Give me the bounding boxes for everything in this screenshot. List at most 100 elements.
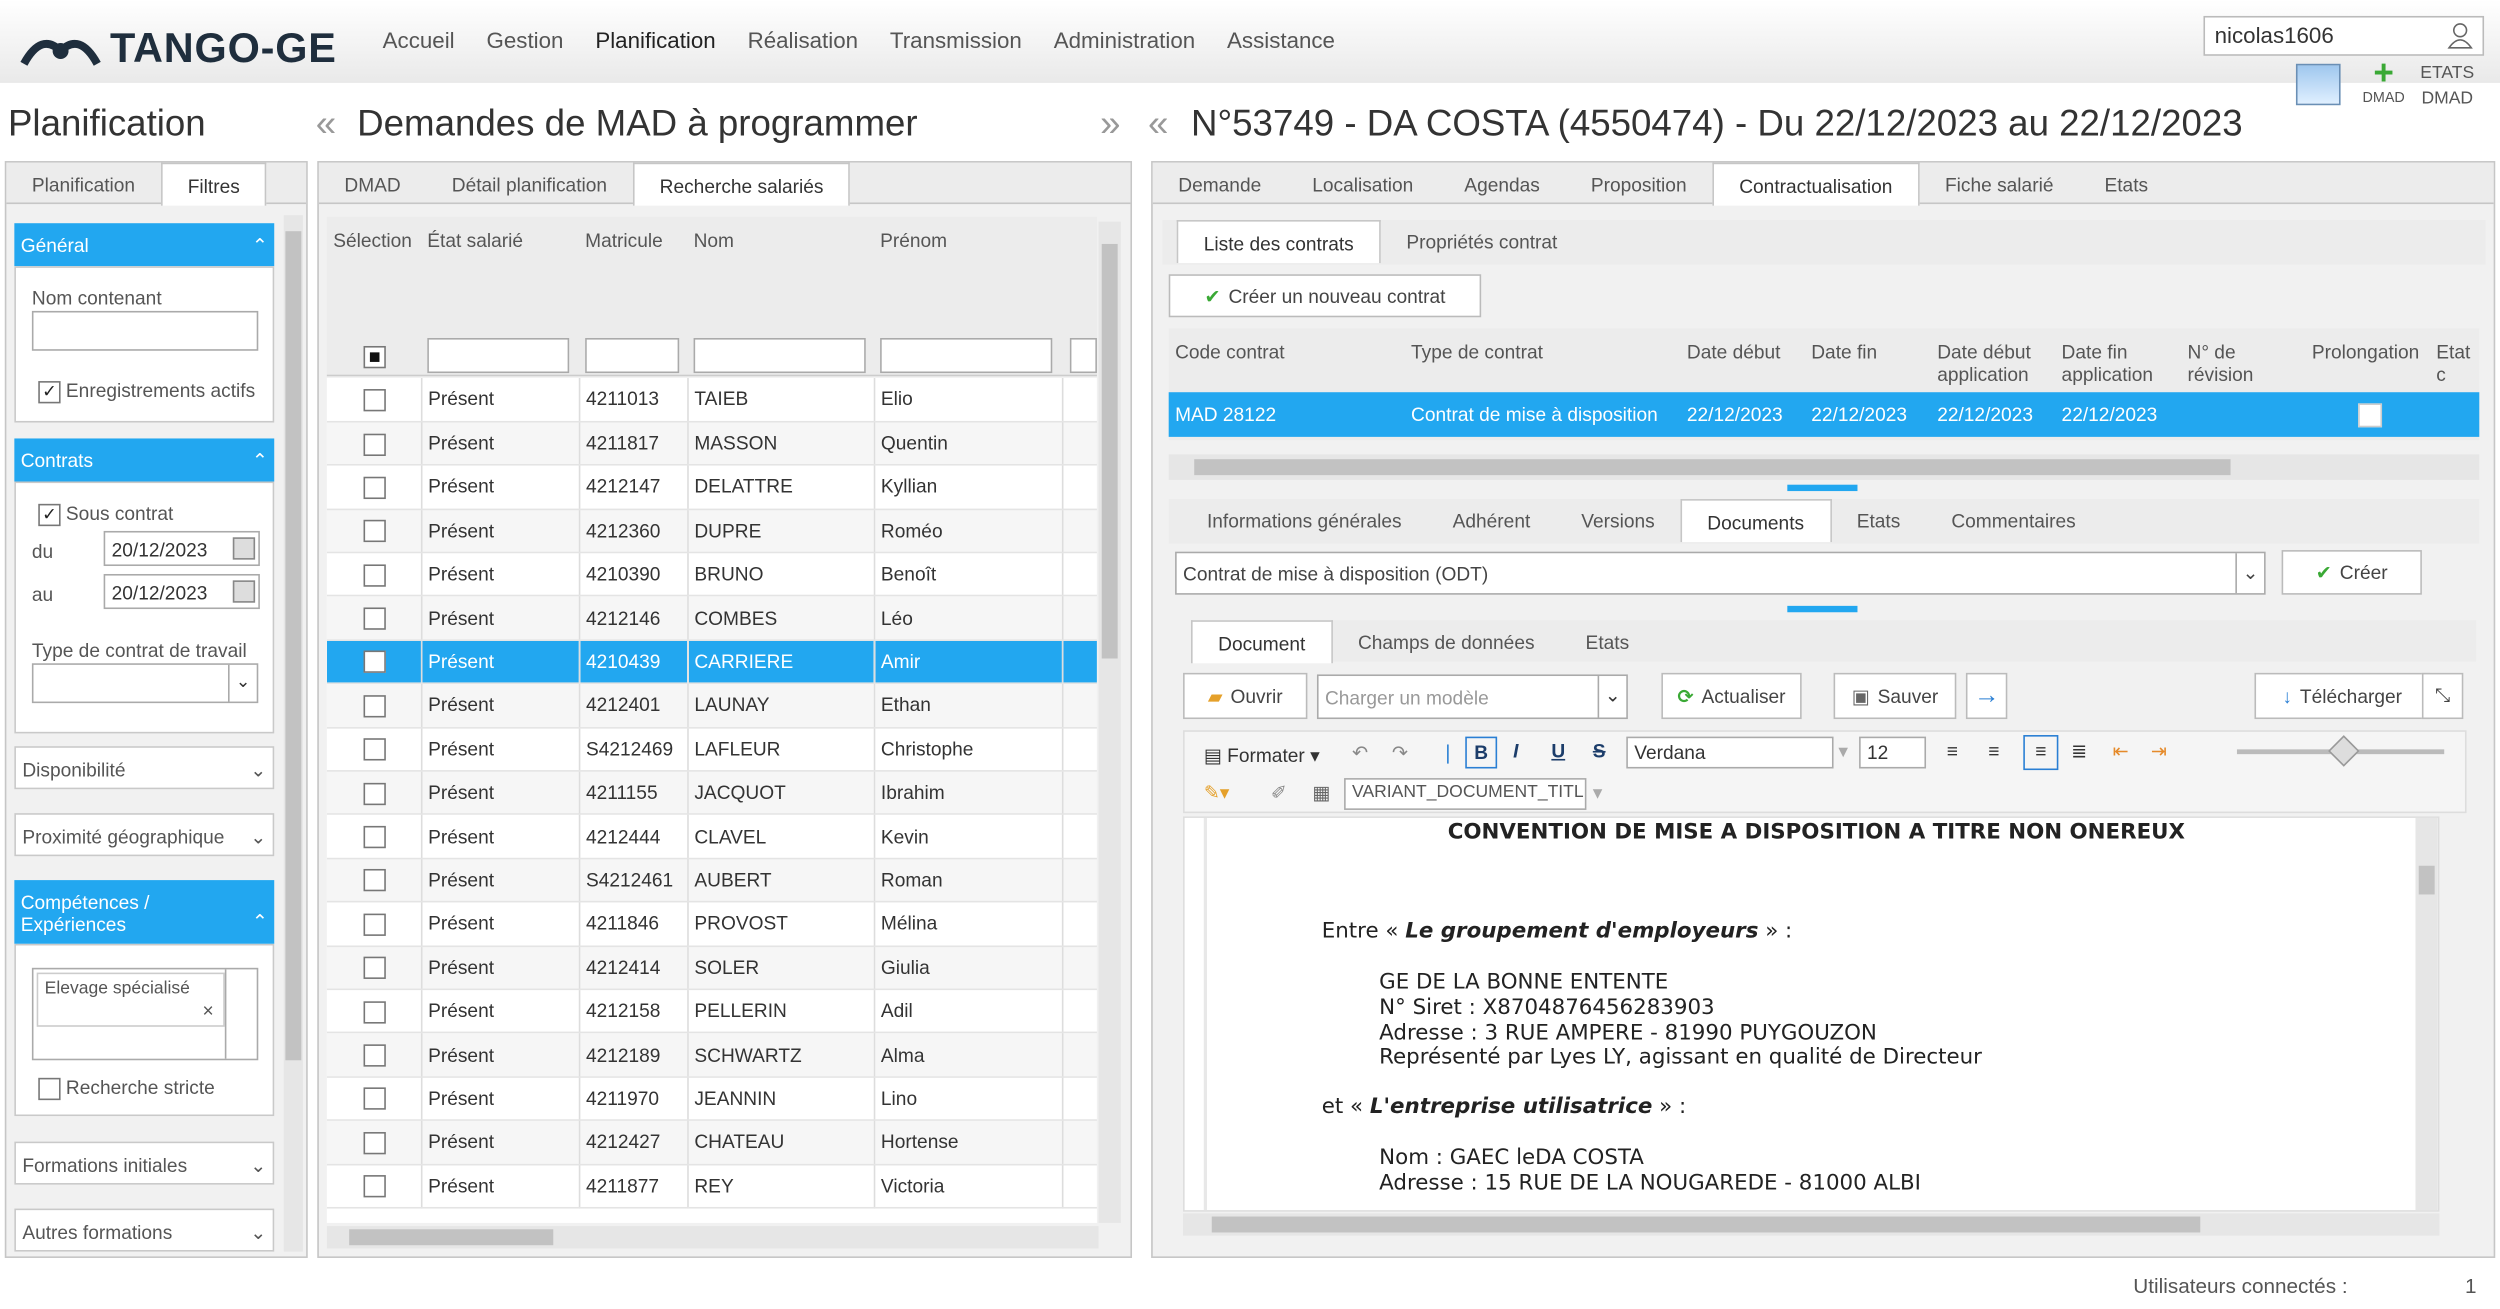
outdent-icon[interactable]: ⇤ bbox=[2113, 740, 2129, 762]
italic-icon[interactable]: I bbox=[1513, 740, 1518, 762]
table-row[interactable]: Présent 4212427 CHATEAU Hortense bbox=[326, 1120, 1097, 1165]
table-row[interactable]: Présent 4212414 SOLER Giulia bbox=[326, 945, 1097, 991]
section-formations[interactable]: Formations initiales ⌄ bbox=[14, 1141, 275, 1185]
col-nom[interactable]: Nom bbox=[694, 230, 734, 252]
section-autres[interactable]: Autres formations ⌄ bbox=[14, 1208, 275, 1252]
row-checkbox[interactable] bbox=[363, 825, 386, 849]
tab-contractualisation[interactable]: Contractualisation bbox=[1712, 162, 1920, 206]
pilcrow-icon[interactable]: ❘ bbox=[1440, 741, 1456, 763]
fullscreen-button[interactable]: ⤡ bbox=[2421, 672, 2464, 720]
row-checkbox[interactable] bbox=[363, 694, 386, 718]
left-scrollbar[interactable] bbox=[283, 215, 303, 1252]
row-checkbox[interactable] bbox=[363, 607, 386, 630]
filter-matricule[interactable] bbox=[585, 338, 680, 374]
row-checkbox[interactable] bbox=[363, 782, 386, 805]
document-editor[interactable]: CONVENTION DE MISE A DISPOSITION A TITRE… bbox=[1183, 816, 2440, 1212]
table-row[interactable]: Présent 4212189 SCHWARTZ Alma bbox=[326, 1032, 1097, 1078]
filter-nom[interactable] bbox=[693, 338, 866, 374]
download-button[interactable]: ↓ Télécharger bbox=[2254, 672, 2430, 720]
row-checkbox[interactable] bbox=[363, 388, 386, 412]
variant-field-select[interactable]: VARIANT_DOCUMENT_TITLE bbox=[1344, 778, 1587, 810]
row-checkbox[interactable] bbox=[363, 913, 386, 936]
col-date-fin-app[interactable]: Date fin application bbox=[2062, 341, 2174, 386]
indent-icon[interactable]: ⇥ bbox=[2151, 740, 2167, 762]
row-checkbox[interactable] bbox=[363, 956, 386, 980]
row-checkbox[interactable] bbox=[363, 476, 386, 499]
section-contrats-header[interactable]: Contrats ⌃ bbox=[14, 438, 275, 482]
menu-accueil[interactable]: Accueil bbox=[383, 27, 455, 53]
contracts-hscroll[interactable] bbox=[1168, 454, 2480, 480]
tab-champs-donnees[interactable]: Champs de données bbox=[1332, 620, 1560, 661]
competences-scroll[interactable] bbox=[224, 969, 257, 1059]
tab-adherent[interactable]: Adhérent bbox=[1427, 499, 1556, 540]
recherche-stricte-checkbox[interactable]: Recherche stricte bbox=[38, 1076, 215, 1100]
type-contrat-select[interactable]: ⌄ bbox=[31, 663, 259, 704]
bold-icon[interactable]: B bbox=[1465, 736, 1498, 769]
brush-icon[interactable]: ✐ bbox=[1271, 781, 1287, 803]
strikethrough-icon[interactable]: S bbox=[1593, 740, 1606, 762]
table-row[interactable]: Présent 4212146 COMBES Léo bbox=[326, 596, 1097, 641]
redo-icon[interactable]: ↷ bbox=[1392, 741, 1408, 763]
section-proximite[interactable]: Proximité géographique ⌄ bbox=[14, 813, 275, 857]
table-row[interactable]: Présent S4212469 LAFLEUR Christophe bbox=[326, 727, 1097, 772]
table-row[interactable]: Présent 4212360 DUPRE Roméo bbox=[326, 508, 1097, 554]
highlighter-icon[interactable]: ✎▾ bbox=[1204, 781, 1230, 803]
new-contract-button[interactable]: ✔ Créer un nouveau contrat bbox=[1168, 274, 1482, 318]
competences-list[interactable]: Elevage spécialisé × bbox=[31, 967, 259, 1061]
table-row[interactable]: Présent 4211817 MASSON Quentin bbox=[326, 421, 1097, 467]
justify-icon[interactable]: ≣ bbox=[2071, 740, 2087, 762]
col-etat[interactable]: État salarié bbox=[427, 230, 523, 252]
nom-input[interactable] bbox=[31, 310, 259, 351]
chevron-down-icon[interactable]: ▾ bbox=[1838, 740, 1848, 762]
size-input[interactable]: 12 bbox=[1859, 736, 1927, 769]
col-matricule[interactable]: Matricule bbox=[585, 230, 663, 252]
tab-versions[interactable]: Versions bbox=[1556, 499, 1680, 540]
user-field[interactable]: nicolas1606 bbox=[2203, 15, 2485, 56]
table-row[interactable]: Présent 4210390 BRUNO Benoît bbox=[326, 552, 1097, 598]
table-row[interactable]: Présent 4212444 CLAVEL Kevin bbox=[326, 814, 1097, 860]
undo-icon[interactable]: ↶ bbox=[1352, 741, 1368, 763]
load-model-select[interactable]: Charger un modèle ⌄ bbox=[1316, 674, 1628, 720]
table-row[interactable]: Présent 4211846 PROVOST Mélina bbox=[326, 901, 1097, 947]
tab-etats[interactable]: Etats bbox=[2079, 163, 2174, 204]
align-left-icon[interactable]: ≡ bbox=[1947, 740, 1958, 762]
tab-localisation[interactable]: Localisation bbox=[1287, 163, 1439, 204]
menu-planification[interactable]: Planification bbox=[595, 27, 715, 53]
refresh-button[interactable]: ⟳ Actualiser bbox=[1661, 672, 1802, 720]
col-date-fin[interactable]: Date fin bbox=[1811, 341, 1877, 363]
splitter-handle-2[interactable] bbox=[1787, 605, 1858, 613]
menu-gestion[interactable]: Gestion bbox=[487, 27, 564, 53]
tab-filtres[interactable]: Filtres bbox=[160, 162, 267, 206]
field-icon[interactable]: ▦ bbox=[1312, 781, 1330, 803]
row-checkbox[interactable] bbox=[363, 1087, 386, 1111]
tab-agendas[interactable]: Agendas bbox=[1439, 163, 1566, 204]
table-row[interactable]: Présent 4211877 REY Victoria bbox=[326, 1163, 1097, 1209]
underline-icon[interactable]: U bbox=[1551, 740, 1565, 762]
add-dmad-button[interactable]: + DMAD bbox=[2360, 55, 2408, 105]
tab-recherche-salaries[interactable]: Recherche salariés bbox=[632, 162, 851, 206]
sous-contrat-checkbox[interactable]: ✓ Sous contrat bbox=[38, 502, 173, 526]
table-row[interactable]: Présent S4212461 AUBERT Roman bbox=[326, 858, 1097, 903]
table-row[interactable]: Présent 4211970 JEANNIN Lino bbox=[326, 1076, 1097, 1122]
tab-editor-etats[interactable]: Etats bbox=[1560, 620, 1655, 661]
align-right-icon[interactable]: ≡ bbox=[2023, 735, 2059, 771]
filter-next[interactable] bbox=[1069, 338, 1097, 374]
splitter-handle[interactable] bbox=[1787, 484, 1858, 492]
calendar-icon[interactable] bbox=[2295, 63, 2341, 106]
section-disponibilite[interactable]: Disponibilité ⌄ bbox=[14, 746, 275, 790]
formater-dropdown[interactable]: ▤ Formater ▾ bbox=[1204, 745, 1320, 767]
row-checkbox[interactable] bbox=[363, 651, 386, 674]
menu-realisation[interactable]: Réalisation bbox=[748, 27, 858, 53]
send-arrow-button[interactable]: → bbox=[1965, 672, 2008, 720]
doc-hscroll[interactable] bbox=[1183, 1213, 2440, 1236]
col-prenom[interactable]: Prénom bbox=[880, 230, 947, 252]
save-button[interactable]: ▣ Sauver bbox=[1833, 672, 1957, 720]
col-prolongation[interactable]: Prolongation bbox=[2312, 341, 2419, 363]
align-center-icon[interactable]: ≡ bbox=[1988, 740, 1999, 762]
table-row[interactable]: Présent 4212147 DELATTRE Kyllian bbox=[326, 465, 1097, 510]
font-select[interactable]: Verdana bbox=[1626, 736, 1834, 769]
open-button[interactable]: ▰ Ouvrir bbox=[1183, 672, 1308, 720]
filter-etat[interactable] bbox=[427, 338, 570, 374]
row-checkbox[interactable] bbox=[363, 869, 386, 892]
section-general-header[interactable]: Général ⌃ bbox=[14, 223, 275, 267]
